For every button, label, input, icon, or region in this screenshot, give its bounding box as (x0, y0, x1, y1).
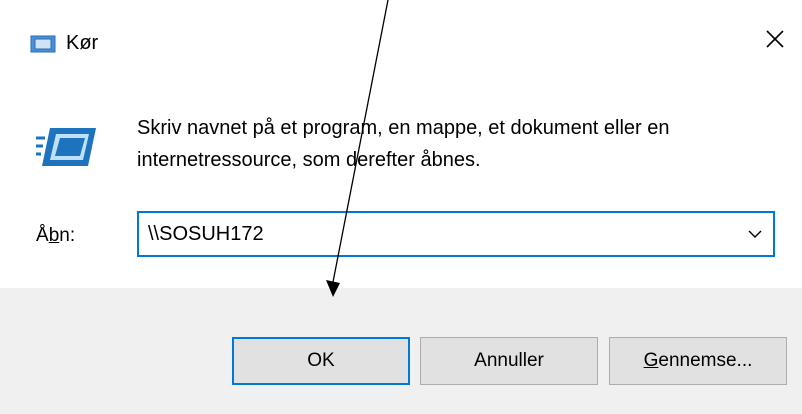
open-input[interactable]: \\SOSUH172 (148, 221, 264, 247)
open-label: Åbn: (36, 223, 75, 249)
cancel-button[interactable]: Annuller (420, 337, 598, 385)
browse-mnemonic: G (643, 350, 659, 371)
browse-button-label: Gennemse... (644, 350, 753, 372)
browse-rest: ennemse... (658, 350, 753, 371)
close-button[interactable] (748, 16, 802, 66)
cancel-button-label: Annuller (474, 350, 544, 371)
ok-button[interactable]: OK (232, 337, 410, 385)
run-program-icon (36, 124, 98, 170)
ok-button-label: OK (307, 350, 335, 371)
open-label-mnemonic: b (48, 225, 60, 246)
title-bar: Kør (0, 0, 802, 82)
run-dialog: Kør Skriv navnet på et program, en mappe… (0, 0, 802, 414)
window-title: Kør (66, 32, 99, 54)
run-dialog-icon (30, 35, 56, 53)
chevron-down-icon[interactable] (743, 221, 767, 247)
browse-button[interactable]: Gennemse... (609, 337, 787, 385)
open-label-suffix: n: (59, 225, 76, 246)
open-label-prefix: Å (36, 225, 49, 246)
close-icon (765, 29, 785, 54)
description-text: Skriv navnet på et program, en mappe, et… (137, 117, 670, 171)
open-combobox[interactable]: \\SOSUH172 (137, 211, 775, 257)
